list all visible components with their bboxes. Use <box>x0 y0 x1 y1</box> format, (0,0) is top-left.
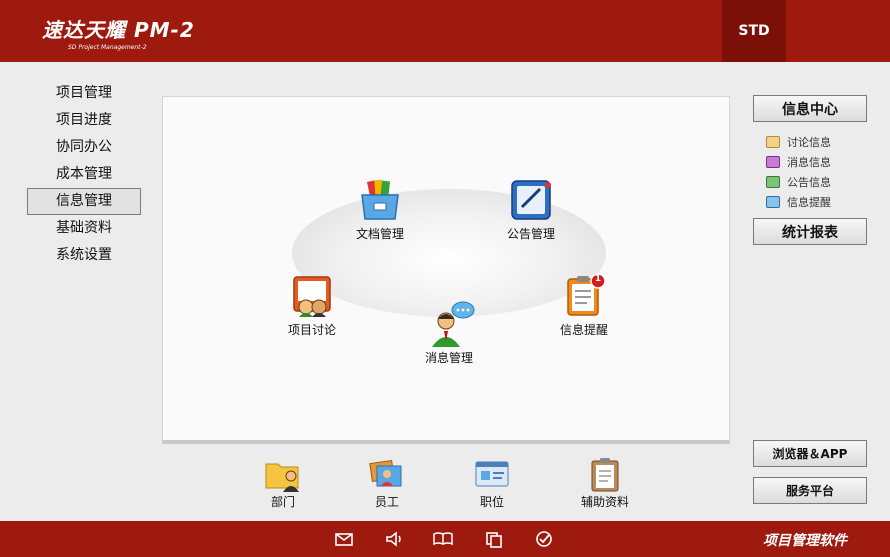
module-panel: 文档管理 公告管理 项目讨论 1 信息提醒 消息管理 <box>162 96 730 444</box>
bottom-item-label: 员工 <box>374 495 399 509</box>
nav-item-basic[interactable]: 基础资料 <box>27 215 141 242</box>
mail-icon[interactable] <box>334 530 354 548</box>
employee-cards-icon <box>368 456 406 492</box>
nav-item-cost[interactable]: 成本管理 <box>27 161 141 188</box>
nav-item-project[interactable]: 项目管理 <box>27 80 141 107</box>
module-discuss-label: 项目讨论 <box>287 323 336 337</box>
msg-item-message[interactable]: 消息信息 <box>766 152 866 172</box>
bottom-item-department[interactable]: 部门 <box>243 456 323 510</box>
left-nav: 项目管理 项目进度 协同办公 成本管理 信息管理 基础资料 系统设置 <box>27 80 141 269</box>
notice-board-icon <box>508 177 554 223</box>
bottom-item-label: 辅助资料 <box>580 495 629 509</box>
module-discuss[interactable]: 项目讨论 <box>272 273 352 338</box>
logo-title: 速达天耀 PM-2 <box>42 18 195 42</box>
clipboard-icon <box>586 456 624 492</box>
footer-bar: 项目管理软件 <box>0 521 890 557</box>
module-reminder-label: 信息提醒 <box>559 323 608 337</box>
service-platform-button[interactable]: 服务平台 <box>753 477 867 504</box>
notice-msg-icon <box>766 176 780 188</box>
module-reminder[interactable]: 1 信息提醒 <box>544 273 624 338</box>
info-center-button[interactable]: 信息中心 <box>753 95 867 122</box>
module-notice-label: 公告管理 <box>506 227 555 241</box>
msg-item-label: 公告信息 <box>787 176 831 189</box>
bottom-item-position[interactable]: 职位 <box>452 456 532 510</box>
nav-item-office[interactable]: 协同办公 <box>27 134 141 161</box>
module-message[interactable]: 消息管理 <box>409 301 489 366</box>
check-icon[interactable] <box>534 530 554 548</box>
bottom-item-label: 职位 <box>479 495 504 509</box>
msg-item-reminder[interactable]: 信息提醒 <box>766 192 866 212</box>
module-notice[interactable]: 公告管理 <box>491 177 571 242</box>
message-list: 讨论信息 消息信息 公告信息 信息提醒 <box>766 132 866 212</box>
bottom-item-label: 部门 <box>270 495 295 509</box>
department-folder-icon <box>264 456 302 492</box>
person-chat-icon <box>426 301 475 347</box>
reminder-msg-icon <box>766 196 780 208</box>
clipboard-alert-icon: 1 <box>561 273 607 319</box>
edition-badge[interactable]: STD <box>722 0 786 62</box>
folder-docs-icon <box>357 177 403 223</box>
book-icon[interactable] <box>432 530 453 548</box>
message-msg-icon <box>766 156 780 168</box>
header-bar: 速达天耀 PM-2 SD Project Management-2 STD <box>0 0 890 62</box>
nav-item-info[interactable]: 信息管理 <box>27 188 141 215</box>
discuss-msg-icon <box>766 136 780 148</box>
logo-subtitle: SD Project Management-2 <box>68 44 147 51</box>
msg-item-label: 信息提醒 <box>787 196 831 209</box>
speaker-icon[interactable] <box>384 530 404 548</box>
bottom-item-auxiliary[interactable]: 辅助资料 <box>565 456 645 510</box>
footer-product-name: 项目管理软件 <box>763 533 847 549</box>
position-window-icon <box>473 456 511 492</box>
msg-item-label: 消息信息 <box>787 156 831 169</box>
msg-item-label: 讨论信息 <box>787 136 831 149</box>
discussion-icon <box>289 273 335 319</box>
reminder-badge: 1 <box>594 274 602 284</box>
app-logo: 速达天耀 PM-2 SD Project Management-2 <box>42 14 195 51</box>
stats-report-button[interactable]: 统计报表 <box>753 218 867 245</box>
msg-item-discuss[interactable]: 讨论信息 <box>766 132 866 152</box>
bottom-item-employee[interactable]: 员工 <box>347 456 427 510</box>
browser-app-button[interactable]: 浏览器＆APP <box>753 440 867 467</box>
module-doc[interactable]: 文档管理 <box>340 177 420 242</box>
module-doc-label: 文档管理 <box>355 227 404 241</box>
copy-icon[interactable] <box>484 530 504 548</box>
module-message-label: 消息管理 <box>424 351 473 365</box>
nav-item-progress[interactable]: 项目进度 <box>27 107 141 134</box>
nav-item-settings[interactable]: 系统设置 <box>27 242 141 269</box>
msg-item-notice[interactable]: 公告信息 <box>766 172 866 192</box>
